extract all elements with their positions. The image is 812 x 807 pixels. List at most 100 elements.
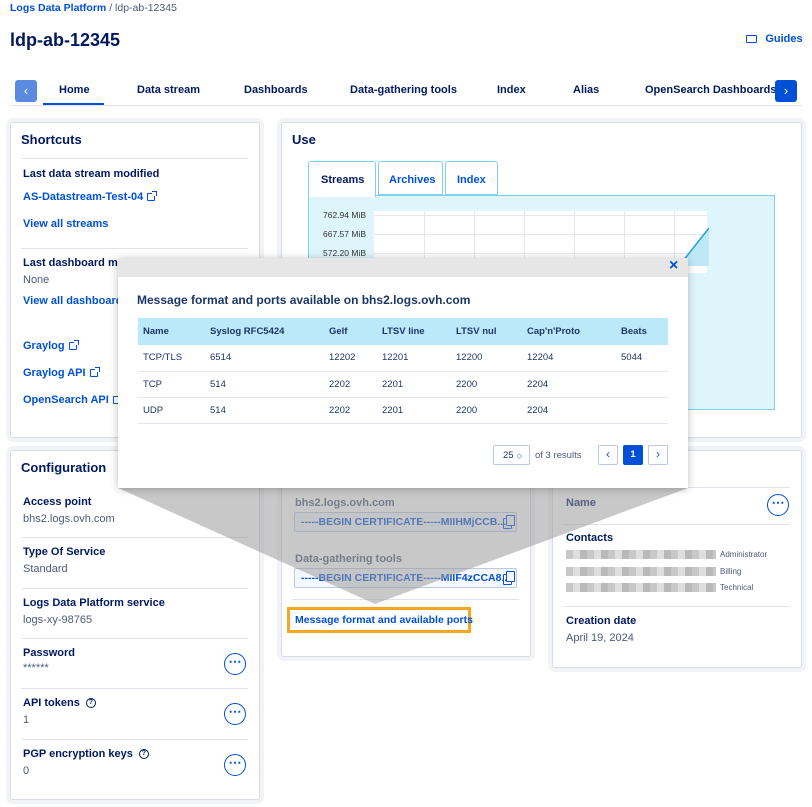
configuration-title: Configuration: [21, 460, 107, 475]
results-count: of 3 results: [535, 450, 582, 461]
next-page-button[interactable]: ›: [648, 445, 668, 465]
name-actions-button[interactable]: ⋯: [767, 494, 789, 516]
breadcrumb-root-link[interactable]: Logs Data Platform: [10, 2, 106, 14]
modal-title: Message format and ports available on bh…: [137, 293, 471, 307]
access-point-value: bhs2.logs.ovh.com: [23, 513, 115, 525]
creation-date-value: April 19, 2024: [566, 632, 634, 644]
password-label: Password: [23, 647, 75, 659]
guides-label: Guides: [765, 33, 803, 45]
pgp-keys-label: PGP encryption keys ?: [23, 748, 149, 760]
tab-dashboards[interactable]: Dashboards: [244, 84, 308, 96]
help-icon[interactable]: ?: [85, 698, 96, 709]
graylog-link[interactable]: Graylog: [23, 340, 79, 352]
divider: [21, 537, 248, 538]
page-size-select[interactable]: 25 ◇: [493, 445, 530, 465]
tab-opensearch-dashboards[interactable]: OpenSearch Dashboards: [645, 84, 776, 96]
column-header: Syslog RFC5424: [205, 318, 324, 345]
table-header-row: Name Syslog RFC5424 Gelf LTSV line LTSV …: [138, 318, 668, 345]
table-cell: 12200: [451, 345, 522, 372]
column-header: Name: [138, 318, 205, 345]
tab-alias[interactable]: Alias: [573, 84, 599, 96]
divider: [563, 606, 790, 607]
last-dashboard-label: Last dashboard mod: [23, 257, 132, 269]
chevron-left-icon: ‹: [606, 447, 610, 461]
use-tab-streams-label: Streams: [321, 174, 365, 186]
guides-button[interactable]: Guides: [746, 31, 803, 45]
view-all-dashboards-link[interactable]: View all dashboards: [23, 295, 129, 307]
chevron-right-icon: ›: [783, 83, 789, 98]
updown-icon: ◇: [516, 453, 522, 460]
help-icon[interactable]: ?: [138, 749, 149, 760]
modal-close-button[interactable]: ×: [669, 257, 678, 275]
creation-date-label: Creation date: [566, 615, 637, 627]
tab-home[interactable]: Home: [59, 84, 90, 96]
shortcuts-title: Shortcuts: [21, 132, 82, 147]
host-cert-text: -----BEGIN CERTIFICATE-----MIIHMjCCB...: [301, 516, 507, 528]
table-cell: 2201: [377, 397, 451, 424]
prev-page-button[interactable]: ‹: [598, 445, 618, 465]
tab-index[interactable]: Index: [497, 84, 526, 96]
tab-data-stream[interactable]: Data stream: [137, 84, 200, 96]
table-cell: TCP/TLS: [138, 345, 205, 372]
divider: [292, 599, 519, 600]
use-tab-streams[interactable]: Streams: [308, 161, 376, 197]
graylog-link-text: Graylog: [23, 340, 65, 352]
table-cell: 2202: [324, 371, 377, 398]
view-all-streams-link[interactable]: View all streams: [23, 218, 108, 230]
breadcrumb-current: ldp-ab-12345: [115, 2, 177, 14]
column-header: Cap'n'Proto: [522, 318, 616, 345]
close-icon: ×: [669, 257, 679, 274]
graylog-api-link-text: Graylog API: [23, 367, 86, 379]
chart-y-tick: 762.94 MiB: [323, 210, 366, 220]
divider: [21, 588, 248, 589]
contact-role: Billing: [720, 567, 742, 576]
page-1-button[interactable]: 1: [623, 445, 643, 465]
password-actions-button[interactable]: ⋯: [224, 653, 246, 675]
column-header: Beats: [616, 318, 668, 345]
tabs-next-button[interactable]: ›: [775, 80, 797, 102]
tab-data-gathering-tools[interactable]: Data-gathering tools: [350, 84, 457, 96]
copy-icon[interactable]: [503, 515, 515, 529]
api-tokens-label-text: API tokens: [23, 697, 80, 709]
chevron-left-icon: ‹: [23, 83, 29, 98]
divider: [21, 248, 248, 249]
last-stream-link[interactable]: AS-Datastream-Test-04: [23, 191, 158, 203]
breadcrumb: Logs Data Platform / ldp-ab-12345: [10, 2, 177, 14]
name-label: Name: [566, 497, 596, 509]
tabs-prev-button[interactable]: ‹: [15, 80, 37, 102]
ellipsis-icon: ⋯: [228, 704, 242, 719]
copy-icon[interactable]: [503, 571, 515, 585]
last-stream-label: Last data stream modified: [23, 168, 160, 180]
column-header: LTSV nul: [451, 318, 522, 345]
contacts-label: Contacts: [566, 532, 614, 544]
ldp-service-label: Logs Data Platform service: [23, 597, 165, 609]
book-icon: [746, 34, 757, 43]
api-tokens-actions-button[interactable]: ⋯: [224, 703, 246, 725]
tools-cert-text: -----BEGIN CERTIFICATE-----MIIF4zCCA8...: [301, 572, 511, 584]
table-cell: 2200: [451, 397, 522, 424]
ldp-service-value: logs-xy-98765: [23, 614, 93, 626]
pgp-keys-actions-button[interactable]: ⋯: [224, 754, 246, 776]
table-row: TCP 514 2202 2201 2200 2204: [138, 371, 668, 398]
tools-cert-field[interactable]: -----BEGIN CERTIFICATE-----MIIF4zCCA8...: [294, 568, 517, 588]
api-tokens-label: API tokens ?: [23, 697, 96, 709]
opensearch-api-link[interactable]: OpenSearch API: [23, 394, 123, 406]
divider: [563, 524, 790, 525]
message-format-ports-link[interactable]: Message format and available ports: [295, 614, 473, 626]
divider: [21, 688, 248, 689]
pgp-keys-value: 0: [23, 765, 30, 777]
ellipsis-icon: ⋯: [228, 654, 242, 669]
host-cert-field[interactable]: -----BEGIN CERTIFICATE-----MIIHMjCCB...: [294, 512, 517, 532]
api-tokens-value: 1: [23, 714, 30, 726]
redacted-contact: [566, 550, 716, 559]
host-cert-label: bhs2.logs.ovh.com: [295, 497, 395, 509]
use-tab-archives[interactable]: Archives: [378, 161, 443, 195]
pgp-keys-label-text: PGP encryption keys: [23, 748, 133, 760]
page-title: ldp-ab-12345: [10, 30, 121, 50]
use-tab-index[interactable]: Index: [445, 161, 498, 195]
graylog-api-link[interactable]: Graylog API: [23, 367, 100, 379]
password-value: ******: [23, 662, 49, 674]
table-cell: 2204: [522, 397, 616, 424]
divider: [21, 158, 248, 159]
table-cell: [616, 397, 668, 424]
